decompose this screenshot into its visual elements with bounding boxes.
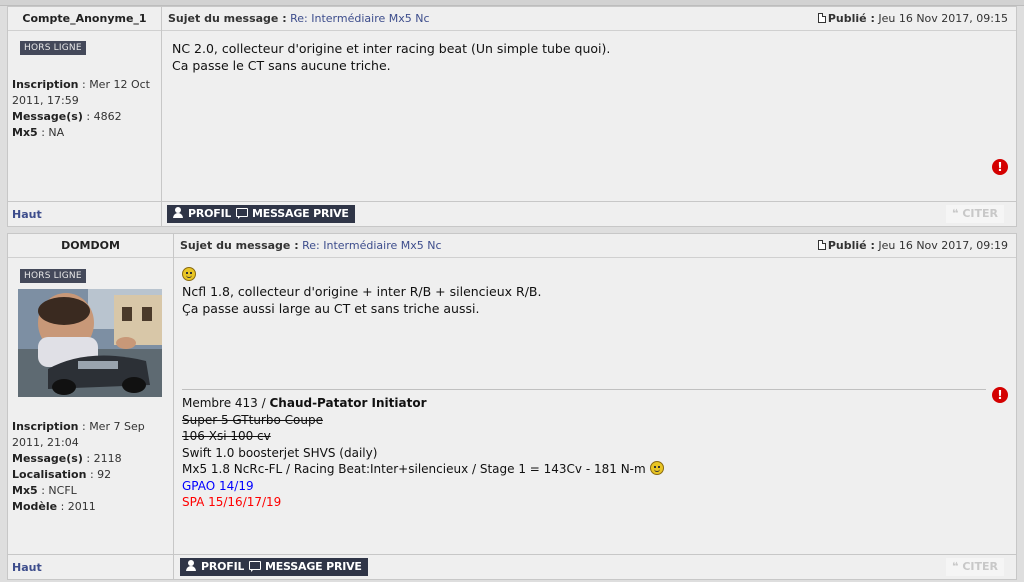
profile-button[interactable]: PROFIL bbox=[180, 558, 251, 576]
profile-button[interactable]: PROFIL bbox=[167, 205, 238, 223]
post-body-panel: Sujet du message : Re: Intermédiaire Mx5… bbox=[174, 234, 1016, 579]
signature-line-member: Membre 413 / Chaud-Patator Initiator bbox=[182, 396, 427, 410]
offline-status-badge: HORS LIGNE bbox=[20, 41, 86, 55]
quote-button[interactable]: ❝ CITER bbox=[946, 205, 1004, 223]
smiley-icon bbox=[649, 461, 664, 475]
quote-button[interactable]: ❝ CITER bbox=[946, 558, 1004, 576]
signature-line: 106 Xsi 100 cv bbox=[182, 429, 271, 443]
report-warning-icon[interactable]: ! bbox=[992, 387, 1008, 403]
quote-icon: ❝ bbox=[952, 207, 963, 220]
avatar bbox=[18, 289, 162, 397]
message-line: Ca passe le CT sans aucune triche. bbox=[172, 58, 391, 73]
author-footer: Haut bbox=[8, 554, 173, 579]
author-username[interactable]: DOMDOM bbox=[8, 239, 173, 252]
message-smiley bbox=[182, 266, 541, 283]
author-username[interactable]: Compte_Anonyme_1 bbox=[8, 12, 161, 25]
smiley-icon bbox=[182, 267, 196, 281]
message-icon bbox=[236, 207, 248, 219]
offline-status-badge: HORS LIGNE bbox=[20, 269, 86, 283]
author-info: Inscription : Mer 7 Sep 2011, 21:04 Mess… bbox=[12, 419, 152, 515]
user-icon bbox=[185, 560, 197, 571]
post-subject-link[interactable]: Re: Intermédiaire Mx5 Nc bbox=[290, 12, 429, 25]
info-model: Modèle : 2011 bbox=[12, 500, 96, 513]
private-message-button[interactable]: MESSAGE PRIVE bbox=[244, 558, 368, 576]
signature-divider bbox=[182, 389, 986, 390]
post-published: Publié : Jeu 16 Nov 2017, 09:19 bbox=[817, 239, 1008, 252]
author-info: Inscription : Mer 12 Oct 2011, 17:59 Mes… bbox=[12, 77, 152, 141]
forum-post-2: DOMDOM HORS LIGNE Inscription: Mer 7 Se… bbox=[7, 233, 1017, 580]
post-message: Ncfl 1.8, collecteur d'origine + inter R… bbox=[182, 266, 541, 317]
post-published: Publié : Jeu 16 Nov 2017, 09:15 bbox=[817, 12, 1008, 25]
signature-line: Super 5 GTturbo Coupe bbox=[182, 412, 323, 427]
report-warning-icon[interactable]: ! bbox=[992, 159, 1008, 175]
avatar-photo bbox=[18, 289, 162, 397]
signature-line: Swift 1.0 boosterjet SHVS (daily) bbox=[182, 445, 378, 460]
info-mx5: Mx5 : NCFL bbox=[12, 484, 77, 497]
post-header: Sujet du message : Re: Intermédiaire Mx5… bbox=[174, 234, 1016, 258]
post-subject-link[interactable]: Re: Intermédiaire Mx5 Nc bbox=[302, 239, 441, 252]
info-registration: Inscription : Mer 12 Oct 2011, 17:59 bbox=[12, 78, 150, 107]
post-author-panel: DOMDOM HORS LIGNE Inscription: Mer 7 Se… bbox=[8, 234, 174, 579]
info-location: Localisation : 92 bbox=[12, 468, 112, 481]
post-footer: PROFIL MESSAGE PRIVE ❝ CITER bbox=[174, 554, 1016, 579]
signature-line: GPAO 14/19 bbox=[182, 478, 254, 493]
message-line: Ça passe aussi large au CT et sans trich… bbox=[182, 301, 480, 316]
post-author-panel: Compte_Anonyme_1 HORS LIGNE Inscription … bbox=[8, 7, 162, 226]
message-line: NC 2.0, collecteur d'origine et inter ra… bbox=[172, 41, 611, 56]
message-icon bbox=[249, 560, 261, 572]
info-mx5: Mx5 : NA bbox=[12, 126, 65, 139]
back-to-top-link[interactable]: Haut bbox=[12, 561, 42, 574]
back-to-top-link[interactable]: Haut bbox=[12, 208, 42, 221]
signature-line-mx5: Mx5 1.8 NcRc-FL / Racing Beat:Inter+sile… bbox=[182, 461, 664, 478]
document-icon bbox=[817, 13, 826, 23]
signature-line: SPA 15/16/17/19 bbox=[182, 495, 282, 509]
signature: Membre 413 / Chaud-Patator Initiator Sup… bbox=[182, 395, 664, 511]
post-footer: PROFIL MESSAGE PRIVE ❝ CITER bbox=[162, 201, 1016, 226]
forum-post-1: Compte_Anonyme_1 HORS LIGNE Inscription … bbox=[7, 6, 1017, 227]
author-header: DOMDOM bbox=[8, 234, 173, 258]
private-message-button[interactable]: MESSAGE PRIVE bbox=[231, 205, 355, 223]
post-header: Sujet du message : Re: Intermédiaire Mx5… bbox=[162, 7, 1016, 31]
post-subject: Sujet du message : Re: Intermédiaire Mx5… bbox=[168, 12, 430, 25]
author-footer: Haut bbox=[8, 201, 161, 226]
quote-icon: ❝ bbox=[952, 560, 963, 573]
post-message: NC 2.0, collecteur d'origine et inter ra… bbox=[172, 40, 610, 74]
info-messages: Message(s) : 4862 bbox=[12, 110, 122, 123]
info-registration: Inscription : Mer 7 Sep 2011, 21:04 bbox=[12, 420, 145, 449]
user-icon bbox=[172, 207, 184, 218]
post-body-panel: Sujet du message : Re: Intermédiaire Mx5… bbox=[162, 7, 1016, 226]
author-header: Compte_Anonyme_1 bbox=[8, 7, 161, 31]
message-line: Ncfl 1.8, collecteur d'origine + inter R… bbox=[182, 284, 542, 299]
info-messages: Message(s) : 2118 bbox=[12, 452, 122, 465]
post-subject: Sujet du message : Re: Intermédiaire Mx5… bbox=[180, 239, 442, 252]
document-icon bbox=[817, 240, 826, 250]
